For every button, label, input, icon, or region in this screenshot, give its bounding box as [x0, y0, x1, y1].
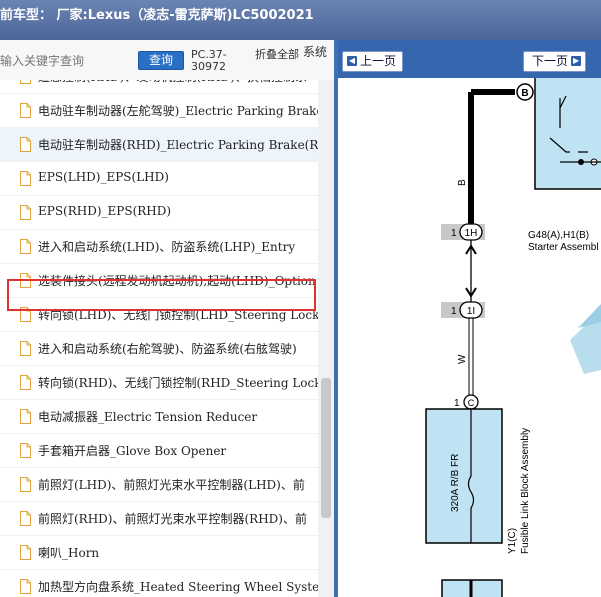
pc-code-label: PC.37-30972 — [191, 48, 227, 73]
tree-item[interactable]: 进入和启动系统(右舵驾驶)、防盗系统(右舷驾驶) — [0, 332, 318, 366]
tree-item-label: 进入和启动系统(右舵驾驶)、防盗系统(右舷驾驶) — [38, 342, 297, 356]
connector-1i-label: 1I — [467, 306, 475, 317]
tree-item-label: EPS(RHD)_EPS(RHD) — [38, 204, 172, 218]
tree-item-label: 转向锁(RHD)、无线门锁控制(RHD_Steering Lock — [38, 376, 318, 390]
tree-item-label: 电动减振器_Electric Tension Reducer — [38, 410, 258, 424]
tree-item-label: 前照灯(LHD)、前照灯光束水平控制器(LHD)、前 — [38, 478, 305, 492]
viewer-toolbar: ◀ 上一页 下一页 ▶ — [338, 40, 601, 78]
tree-item-label: 电动驻车制动器(左舵驾驶)_Electric Parking Brake — [38, 104, 318, 118]
connector-1i-pin: 1 — [451, 306, 457, 317]
block-name-label: Fusible Link Block Assembly — [520, 428, 531, 554]
arrow-right-icon: ▶ — [571, 56, 582, 66]
tree-item-label: 遥感控制(RHD)、发动机控制(RHD)、换档控制系 — [38, 80, 307, 85]
scrollbar-thumb[interactable] — [321, 378, 331, 518]
tree-item[interactable]: 遥感控制(RHD)、发动机控制(RHD)、换档控制系 — [0, 80, 318, 94]
tree-item[interactable]: 电动减振器_Electric Tension Reducer — [0, 400, 318, 434]
tree-item[interactable]: 前照灯(LHD)、前照灯光束水平控制器(LHD)、前 — [0, 468, 318, 502]
fuse-label: 320A R/B FR — [450, 454, 461, 512]
arrow-left-icon: ◀ — [347, 56, 357, 66]
left-panel: 查询 PC.37-30972 折叠全部 系统 遥感控制(RHD)、发动机控制(R… — [0, 40, 334, 597]
watermark-graphic — [570, 304, 601, 374]
connector-b-label: B — [521, 88, 528, 99]
search-button[interactable]: 查询 — [138, 51, 184, 70]
tree-item-label: 加热型方向盘系统_Heated Steering Wheel System — [38, 580, 318, 594]
tree-item-label: 手套箱开启器_Glove Box Opener — [38, 444, 227, 458]
search-input[interactable] — [0, 49, 132, 73]
tree-item-label: 前照灯(RHD)、前照灯光束水平控制器(RHD)、前 — [38, 512, 307, 526]
search-bar: 查询 PC.37-30972 折叠全部 系统 — [0, 40, 334, 80]
wire-w-label: W — [457, 354, 468, 364]
starter-name-label: Starter Assembl — [528, 242, 599, 253]
wire-w — [468, 318, 474, 396]
connector-c-label: C — [468, 398, 475, 408]
wiring-diagram: B G48(A),H1(B) Starter Assembl B 1 1H 1 … — [425, 78, 601, 597]
prev-page-label: 上一页 — [360, 54, 397, 68]
collapse-all-button[interactable]: 折叠全部 — [255, 49, 299, 61]
tree-item[interactable]: 转向锁(RHD)、无线门锁控制(RHD_Steering Lock — [0, 366, 318, 400]
connector-c-pin: 1 — [454, 398, 460, 409]
tree-item[interactable]: 进入和启动系统(LHD)、防盗系统(LHP)_Entry — [0, 230, 318, 264]
title-bar: 前车型： 厂家:Lexus（凌志-雷克萨斯)LC5002021 — [0, 0, 601, 40]
next-page-button[interactable]: 下一页 ▶ — [523, 51, 587, 72]
prev-page-button[interactable]: ◀ 上一页 — [342, 51, 404, 72]
highlight-box — [7, 279, 316, 311]
document-tree: 遥感控制(RHD)、发动机控制(RHD)、换档控制系电动驻车制动器(左舵驾驶)_… — [0, 80, 318, 597]
tree-item[interactable]: 手套箱开启器_Glove Box Opener — [0, 434, 318, 468]
connector-1h-pin: 1 — [451, 228, 457, 239]
tree-item[interactable]: EPS(RHD)_EPS(RHD) — [0, 196, 318, 230]
tree-item[interactable]: 电动驻车制动器(左舵驾驶)_Electric Parking Brake — [0, 94, 318, 128]
tree-scrollbar[interactable] — [318, 80, 334, 597]
diagram-panel: ◀ 上一页 下一页 ▶ B G48(A),H1(B) Starter Assem… — [338, 40, 601, 597]
starter-assembly-box — [534, 78, 601, 190]
wire-b-label: B — [457, 179, 468, 186]
system-label: 系统 — [303, 45, 328, 59]
tree-item[interactable]: 加热型方向盘系统_Heated Steering Wheel System — [0, 570, 318, 597]
fusible-link-block-box — [425, 408, 503, 544]
tree-item[interactable]: 电动驻车制动器(RHD)_Electric Parking Brake(RHD — [0, 128, 318, 162]
block-ref-label: Y1(C) — [507, 528, 518, 554]
tree-item-label: EPS(LHD)_EPS(LHD) — [38, 170, 169, 184]
connector-1h-label: 1H — [465, 228, 478, 239]
tree-item[interactable]: EPS(LHD)_EPS(LHD) — [0, 162, 318, 196]
tree-item-label: 进入和启动系统(LHD)、防盗系统(LHP)_Entry — [38, 240, 296, 254]
tree-item[interactable]: 前照灯(RHD)、前照灯光束水平控制器(RHD)、前 — [0, 502, 318, 536]
tree-item-label: 电动驻车制动器(RHD)_Electric Parking Brake(RHD — [38, 138, 318, 152]
starter-ref-label: G48(A),H1(B) — [528, 230, 589, 241]
tree-item[interactable]: 喇叭_Horn — [0, 536, 318, 570]
tree-item-label: 喇叭_Horn — [38, 546, 100, 560]
window-title: 前车型： 厂家:Lexus（凌志-雷克萨斯)LC5002021 — [0, 8, 314, 23]
next-page-label: 下一页 — [532, 54, 569, 68]
